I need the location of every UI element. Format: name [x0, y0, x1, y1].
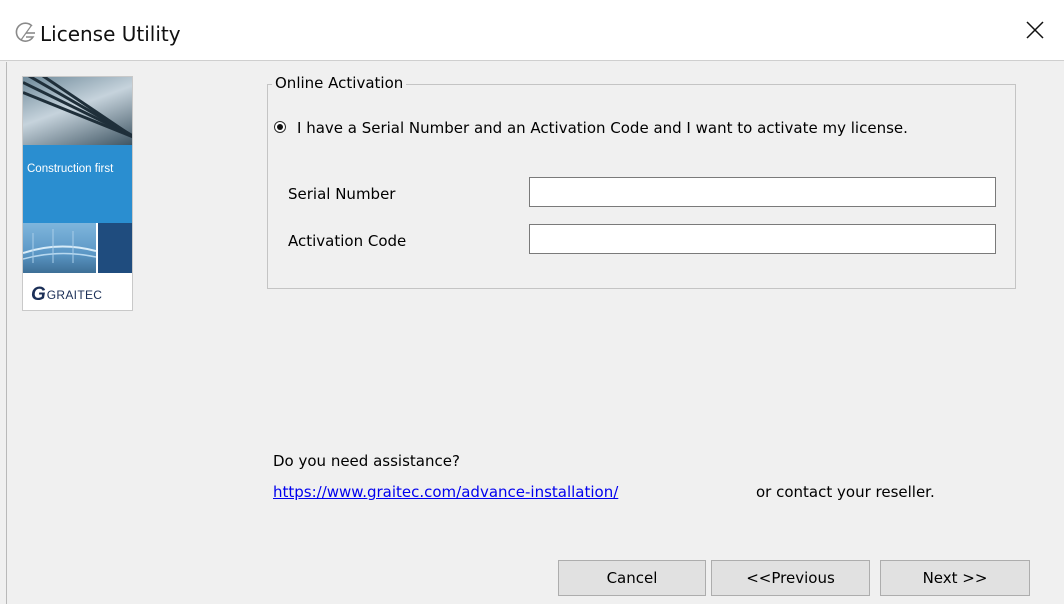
- serial-number-input[interactable]: [529, 177, 996, 207]
- previous-button[interactable]: <<Previous: [711, 560, 870, 596]
- radio-selected-dot: [277, 124, 283, 130]
- graitec-logo-mark: G: [31, 284, 46, 305]
- group-legend: Online Activation: [272, 73, 407, 93]
- tagline-band: Construction first: [23, 145, 132, 223]
- brand-tile: [98, 223, 132, 273]
- graitec-logo: G GRAITEC: [31, 284, 102, 306]
- window-title: License Utility: [40, 22, 181, 46]
- bridge-illustration: [23, 229, 96, 263]
- product-logo-panel: Construction first G GRAITEC: [22, 76, 133, 311]
- building-photo: [23, 77, 132, 145]
- window-left-edge: [6, 62, 7, 604]
- next-button[interactable]: Next >>: [880, 560, 1030, 596]
- bridge-photo: [23, 223, 96, 273]
- close-button[interactable]: [1006, 0, 1064, 60]
- cancel-button[interactable]: Cancel: [558, 560, 706, 596]
- graitec-app-icon: [15, 22, 35, 42]
- activation-code-input[interactable]: [529, 224, 996, 254]
- activation-code-label: Activation Code: [288, 232, 407, 250]
- activation-radio-label[interactable]: I have a Serial Number and an Activation…: [297, 118, 908, 138]
- contact-reseller-text: or contact your reseller.: [756, 483, 935, 501]
- graitec-logo-text: GRAITEC: [46, 288, 103, 302]
- installation-help-link[interactable]: https://www.graitec.com/advance-installa…: [273, 482, 618, 502]
- assistance-question: Do you need assistance?: [273, 452, 460, 470]
- tagline: Construction first: [27, 163, 114, 175]
- title-bar: License Utility: [0, 0, 1064, 61]
- serial-number-label: Serial Number: [288, 185, 396, 203]
- activation-radio[interactable]: [274, 121, 286, 133]
- close-icon[interactable]: [1026, 21, 1044, 39]
